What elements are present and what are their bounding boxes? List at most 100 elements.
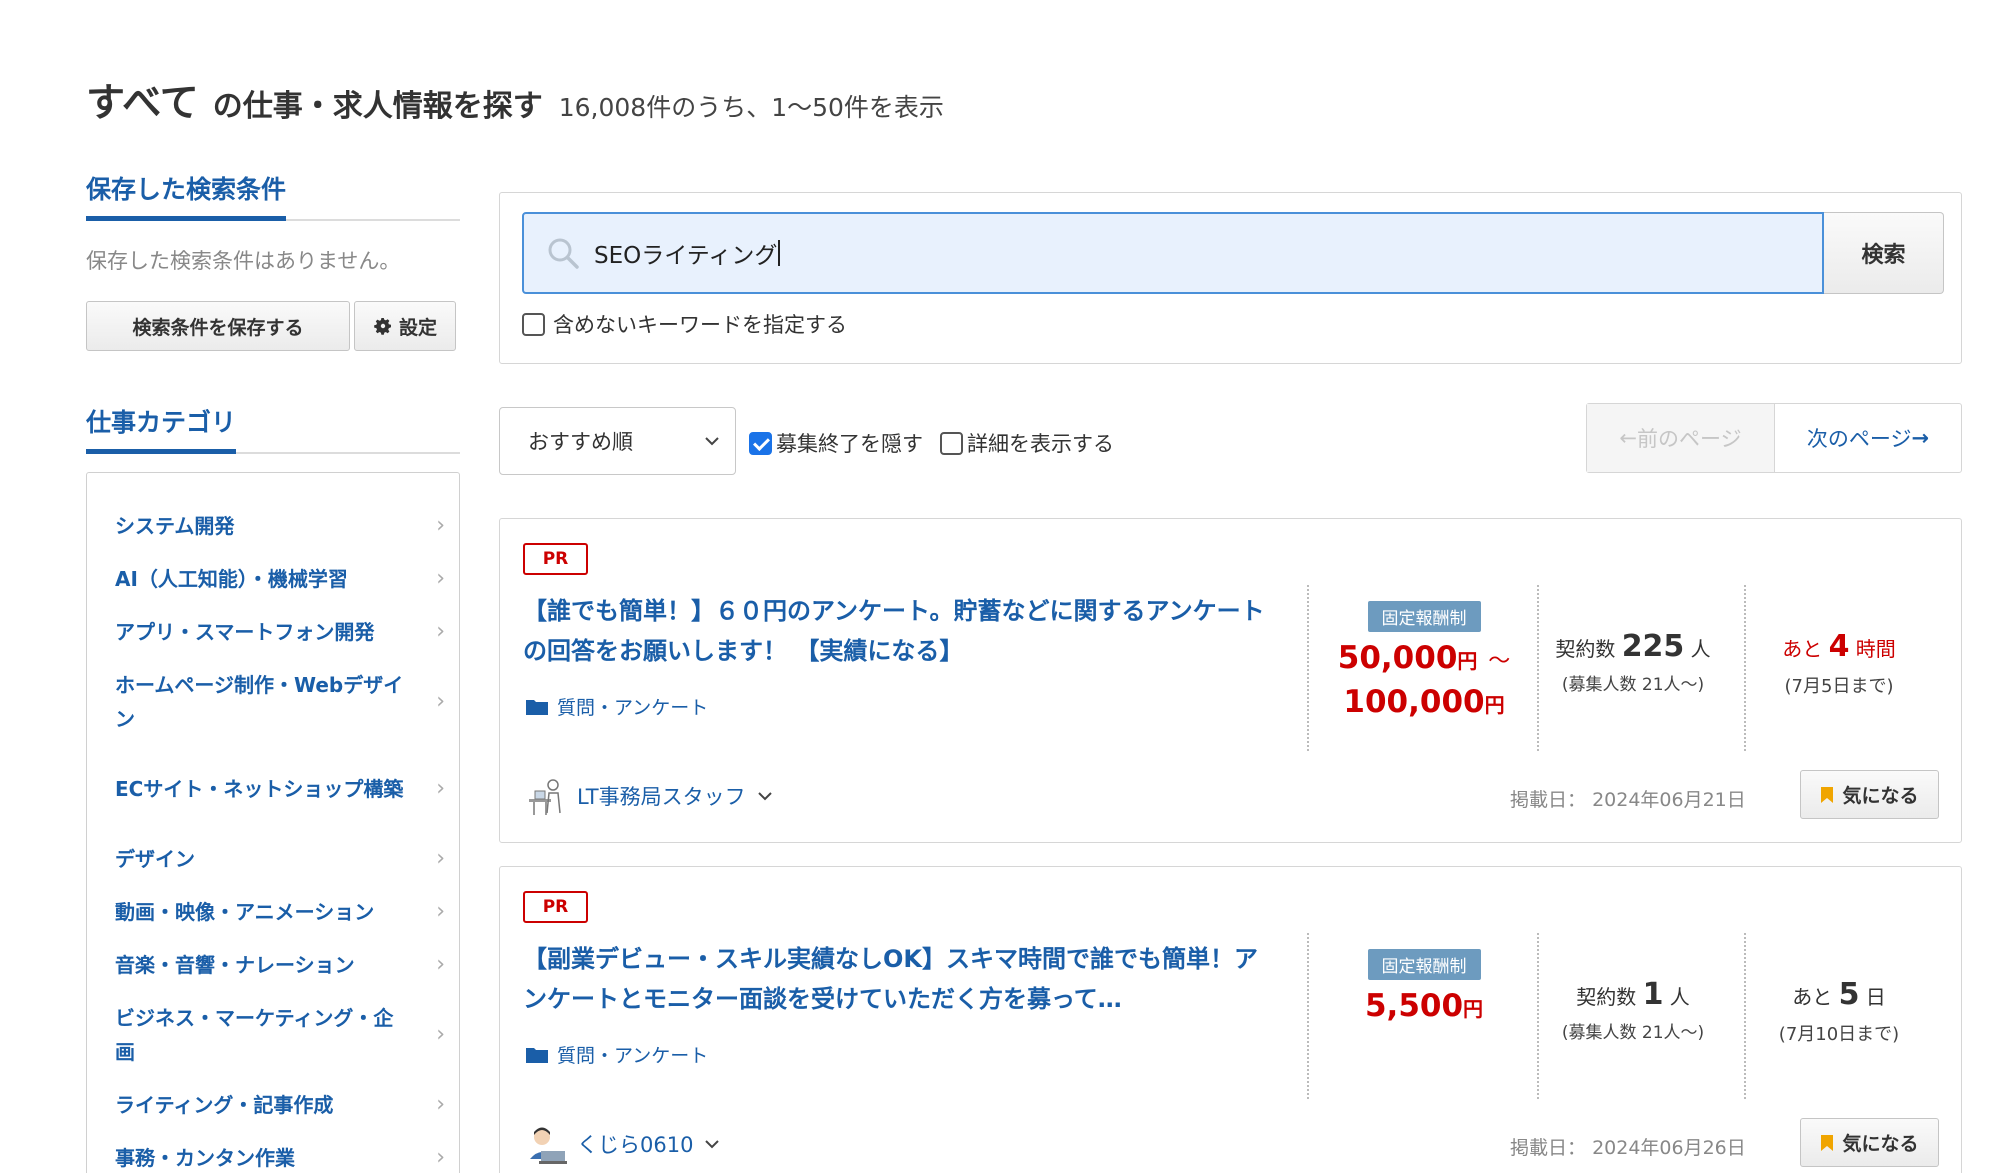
chevron-down-icon: [705, 1140, 720, 1149]
gear-icon: [374, 318, 391, 335]
search-button[interactable]: 検索: [1824, 212, 1944, 294]
bookmark-icon: [1821, 1134, 1834, 1151]
category-label: 動画・映像・アニメーション: [115, 899, 375, 924]
pay-type-badge: 固定報酬制: [1367, 949, 1481, 980]
category-label: システム開発: [115, 513, 235, 538]
category-label: ホームページ制作・Webデザイン: [115, 672, 404, 731]
save-search-button[interactable]: 検索条件を保存する: [86, 301, 350, 351]
category-label: 事務・カンタン作業: [115, 1145, 295, 1170]
favorite-button[interactable]: 気になる: [1800, 1118, 1939, 1167]
category-item[interactable]: システム開発 ›: [87, 499, 459, 552]
exclude-keyword-checkbox[interactable]: [522, 312, 545, 336]
chevron-right-icon: ›: [436, 1145, 445, 1170]
divider: [1307, 585, 1309, 751]
category-label: ECサイト・ネットショップ構築: [115, 776, 404, 801]
search-input[interactable]: SEOライティング: [522, 212, 1824, 294]
chevron-right-icon: ›: [436, 1022, 445, 1047]
page-title-suffix: の仕事・求人情報を探す: [212, 89, 543, 124]
price-block: 固定報酬制 50,000円 〜 100,000円: [1321, 601, 1527, 726]
pay-type-badge: 固定報酬制: [1367, 601, 1481, 632]
sort-select[interactable]: おすすめ順: [499, 407, 736, 475]
category-item[interactable]: ビジネス・マーケティング・企画 ›: [87, 991, 459, 1078]
category-item[interactable]: 動画・映像・アニメーション ›: [87, 885, 459, 938]
deadline-number: 4: [1828, 629, 1850, 664]
sort-bar: おすすめ順 募集終了を隠す 詳細を表示する ← 前のページ 次のページ →: [499, 403, 1962, 475]
category-section: 仕事カテゴリ システム開発 › AI（人工知能）・機械学習 › アプリ・スマートフォ…: [86, 403, 460, 1173]
deadline-prefix: あと: [1792, 985, 1833, 1009]
chevron-right-icon: ›: [436, 1092, 445, 1117]
price-max: 100,000: [1343, 684, 1485, 720]
deadline-date: (7月5日まで): [1784, 676, 1894, 697]
search-icon: [548, 238, 579, 269]
prev-page-label: 前のページ: [1637, 427, 1742, 451]
avatar: [529, 779, 561, 815]
price-range: 5,500円: [1321, 986, 1527, 1030]
exclude-keyword-label[interactable]: 含めないキーワードを指定する: [553, 309, 847, 339]
hide-closed-option[interactable]: 募集終了を隠す: [749, 428, 923, 458]
client-link[interactable]: LT事務局スタッフ: [525, 775, 774, 817]
deadline-prefix: あと: [1782, 637, 1823, 661]
settings-button[interactable]: 設定: [354, 301, 456, 351]
category-item[interactable]: ECサイト・ネットショップ構築 ›: [87, 745, 459, 832]
posted-value: 2024年06月21日: [1592, 789, 1746, 811]
pagination: ← 前のページ 次のページ →: [1586, 403, 1962, 473]
chevron-right-icon: ›: [436, 899, 445, 924]
hide-closed-label[interactable]: 募集終了を隠す: [776, 428, 923, 458]
job-title-link[interactable]: 【誰でも簡単！】６０円のアンケート。貯蓄などに関するアンケートの回答をお願いしま…: [523, 591, 1273, 671]
job-title-link[interactable]: 【副業デビュー・スキル実績なしOK】スキマ時間で誰でも簡単！アンケートとモニター…: [523, 939, 1273, 1019]
show-details-checkbox[interactable]: [940, 431, 963, 455]
posted-label: 掲載日：: [1510, 1137, 1587, 1159]
contract-block: 契約数 225 人 (募集人数 21人〜): [1530, 629, 1736, 695]
folder-icon: [526, 699, 548, 715]
deadline-date: (7月10日まで): [1778, 1024, 1900, 1045]
contract-unit: 人: [1690, 637, 1711, 661]
search-input-value: SEOライティング: [594, 243, 778, 269]
category-item[interactable]: ライティング・記事作成 ›: [87, 1078, 459, 1131]
contract-block: 契約数 1 人 (募集人数 21人〜): [1530, 977, 1736, 1043]
arrow-right-icon: →: [1911, 426, 1930, 450]
contract-count: 1: [1642, 977, 1664, 1012]
favorite-label: 気になる: [1842, 785, 1919, 807]
price-min: 50,000: [1337, 640, 1458, 676]
page-title: すべて: [86, 81, 199, 126]
chevron-right-icon: ›: [436, 619, 445, 644]
deadline-unit: 時間: [1855, 637, 1896, 661]
next-page-button[interactable]: 次のページ →: [1775, 404, 1961, 472]
job-category[interactable]: 質問・アンケート: [525, 693, 708, 720]
price-min: 5,500: [1364, 988, 1464, 1024]
job-card: PR 【誰でも簡単！】６０円のアンケート。貯蓄などに関するアンケートの回答をお願…: [499, 518, 1962, 843]
chevron-right-icon: ›: [436, 513, 445, 538]
show-details-label[interactable]: 詳細を表示する: [967, 428, 1114, 458]
posted-value: 2024年06月26日: [1592, 1137, 1746, 1159]
arrow-left-icon: ←: [1619, 426, 1637, 450]
category-title: 仕事カテゴリ: [86, 403, 237, 454]
job-category[interactable]: 質問・アンケート: [525, 1041, 708, 1068]
posted-date: 掲載日： 2024年06月26日: [1510, 1133, 1746, 1160]
category-item[interactable]: ホームページ制作・Webデザイン ›: [87, 658, 459, 745]
deadline-block: あと 4 時間 (7月5日まで): [1736, 629, 1942, 698]
category-item[interactable]: AI（人工知能）・機械学習 ›: [87, 552, 459, 605]
saved-search-section: 保存した検索条件 保存した検索条件はありません。 検索条件を保存する 設定: [86, 170, 460, 351]
result-count: 16,008件のうち、1〜50件を表示: [558, 93, 944, 122]
show-details-option[interactable]: 詳細を表示する: [940, 428, 1114, 458]
price-tilde: 〜: [1488, 649, 1511, 674]
client-link[interactable]: くじら0610: [525, 1123, 721, 1165]
contract-unit: 人: [1669, 985, 1690, 1009]
category-item[interactable]: デザイン ›: [87, 832, 459, 885]
contract-label: 契約数: [1576, 985, 1637, 1009]
category-label: デザイン: [115, 846, 195, 871]
hide-closed-checkbox[interactable]: [749, 431, 772, 455]
category-item[interactable]: アプリ・スマートフォン開発 ›: [87, 605, 459, 658]
price-range: 50,000円 〜 100,000円: [1321, 638, 1527, 726]
page-heading: すべて の仕事・求人情報を探す 16,008件のうち、1〜50件を表示: [86, 72, 944, 128]
chevron-down-icon: [757, 792, 772, 801]
chevron-right-icon: ›: [436, 566, 445, 591]
posted-label: 掲載日：: [1510, 789, 1587, 811]
prev-page-button: ← 前のページ: [1587, 404, 1775, 472]
category-item[interactable]: 音楽・音響・ナレーション ›: [87, 938, 459, 991]
category-item[interactable]: 事務・カンタン作業 ›: [87, 1131, 459, 1173]
favorite-button[interactable]: 気になる: [1800, 770, 1939, 819]
chevron-right-icon: ›: [436, 776, 445, 801]
exclude-keyword-option[interactable]: 含めないキーワードを指定する: [522, 309, 847, 339]
deadline-block: あと 5 日 (7月10日まで): [1736, 977, 1942, 1046]
